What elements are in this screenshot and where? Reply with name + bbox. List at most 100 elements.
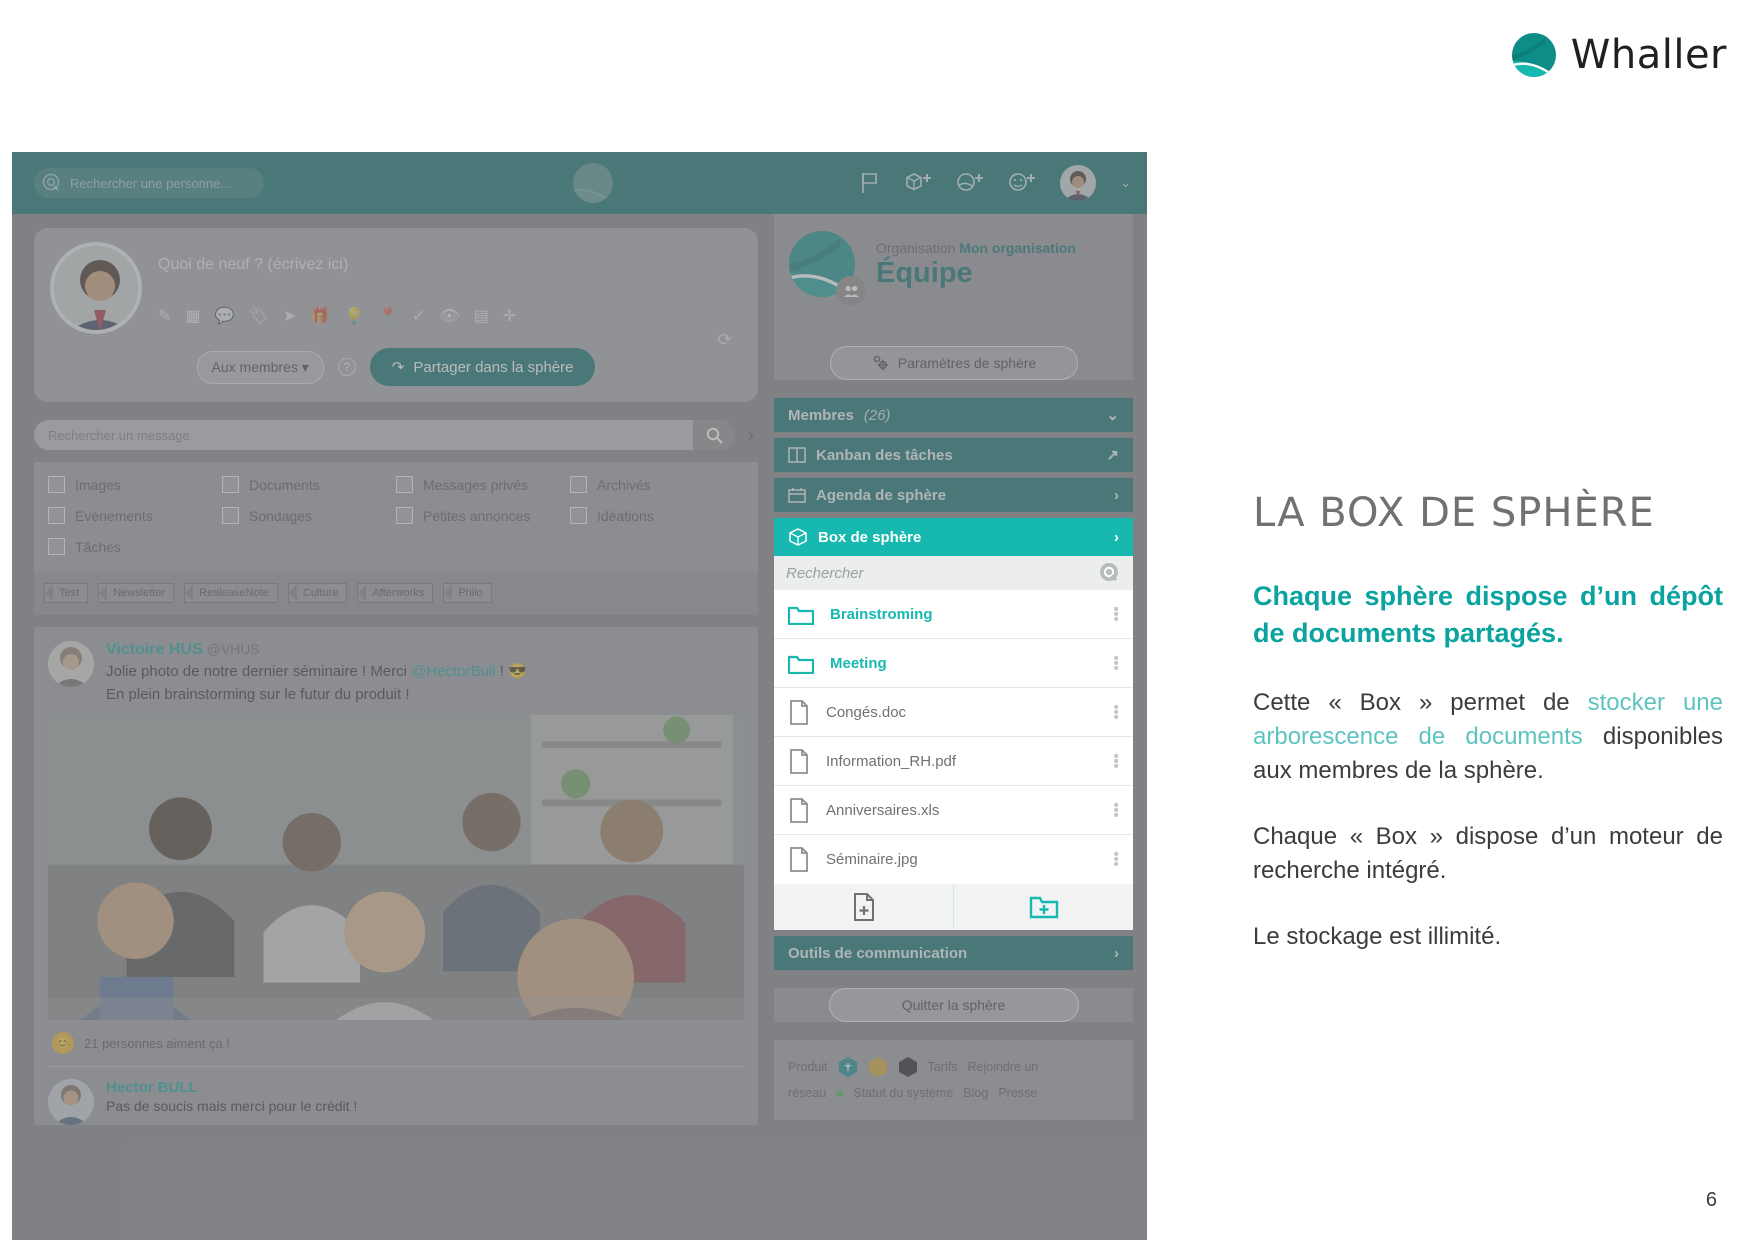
send-icon[interactable]: ➤	[283, 306, 296, 326]
filter-private-messages[interactable]: Messages privés	[396, 476, 570, 493]
chevron-down-icon[interactable]: ⌄	[1106, 406, 1119, 424]
tag-item[interactable]: RealeaseNote	[184, 583, 278, 603]
gift-icon[interactable]: 🎁	[310, 306, 330, 326]
chevron-right-icon[interactable]: ›	[1114, 945, 1119, 962]
sidebar-item-membres[interactable]: Membres (26) ⌄	[774, 398, 1133, 432]
box-item-file[interactable]: Congés.doc • • •	[774, 688, 1133, 737]
filter-tasks[interactable]: Tâches	[48, 538, 222, 555]
kebab-menu-icon[interactable]: • • •	[1113, 699, 1119, 725]
share-icon: ↷	[391, 359, 405, 376]
checkbox[interactable]	[570, 507, 587, 524]
organisation-name[interactable]: Mon organisation	[959, 240, 1076, 256]
sidebar-item-box-de-sphere[interactable]: Box de sphère ›	[774, 518, 1133, 556]
composer-placeholder[interactable]: Quoi de neuf ? (écrivez ici)	[158, 256, 742, 274]
tag-item[interactable]: Newsletter	[98, 583, 175, 603]
footer-row-1: Produit Tarifs Rejoindre un	[788, 1054, 1119, 1080]
chevron-down-icon[interactable]: ⌄	[1120, 175, 1131, 191]
refresh-icon[interactable]: ⟳	[718, 330, 732, 350]
people-search-input[interactable]: Rechercher une personne...	[34, 168, 264, 198]
tag-item[interactable]: Test	[44, 583, 89, 603]
add-network-icon[interactable]	[904, 170, 934, 196]
box-item-file[interactable]: Séminaire.jpg • • •	[774, 835, 1133, 884]
box-search-input[interactable]: Rechercher	[774, 556, 1133, 590]
sidebar-item-outils-communication[interactable]: Outils de communication ›	[774, 936, 1133, 970]
checkbox[interactable]	[48, 538, 65, 555]
checkbox[interactable]	[222, 476, 239, 493]
audience-select[interactable]: Aux membres ▾	[196, 350, 324, 384]
poll-icon[interactable]: ▤	[474, 306, 489, 326]
filter-archived[interactable]: Archivés	[570, 476, 744, 493]
filter-polls[interactable]: Sondages	[222, 507, 396, 524]
chevron-right-icon[interactable]: ›	[1114, 487, 1119, 504]
checkbox[interactable]	[396, 476, 413, 493]
kebab-menu-icon[interactable]: • • •	[1113, 797, 1119, 823]
sidebar-item-kanban[interactable]: Kanban des tâches ↗	[774, 438, 1133, 472]
filter-classifieds[interactable]: Petites annonces	[396, 507, 570, 524]
checkbox[interactable]	[570, 476, 587, 493]
flag-icon[interactable]	[856, 170, 882, 196]
expand-search-icon[interactable]: ›	[743, 424, 758, 447]
plus-icon[interactable]: ✛	[503, 306, 516, 326]
search-button[interactable]	[693, 420, 736, 450]
tag-item[interactable]: Culture	[287, 583, 348, 603]
avatar[interactable]	[1060, 165, 1097, 201]
kebab-menu-icon[interactable]: • • •	[1113, 847, 1119, 873]
footer-link-produit[interactable]: Produit	[788, 1054, 828, 1080]
post-handle[interactable]: @VHUS	[207, 641, 260, 657]
calendar-icon[interactable]: ▦	[185, 306, 200, 326]
location-icon[interactable]: 📍	[378, 306, 398, 326]
filter-images[interactable]: Images	[48, 476, 222, 493]
footer-link-blog[interactable]: Blog	[963, 1080, 988, 1106]
message-search-input[interactable]: Rechercher un message	[34, 420, 736, 450]
box-item-file[interactable]: Information_RH.pdf • • •	[774, 737, 1133, 786]
comment-icon[interactable]: 💬	[215, 306, 235, 326]
tag-item[interactable]: Philo	[443, 583, 492, 603]
add-file-button[interactable]	[774, 884, 954, 930]
composer-toolbar: ✎ ▦ 💬 🏷 ➤ 🎁 💡 📍 ✓ 👁 ▤ ✛	[158, 306, 742, 326]
filter-documents[interactable]: Documents	[222, 476, 396, 493]
share-button[interactable]: ↷ Partager dans la sphère	[369, 348, 596, 386]
add-person-icon[interactable]	[1008, 170, 1038, 196]
kebab-menu-icon[interactable]: • • •	[1113, 601, 1119, 627]
box-item-file[interactable]: Anniversaires.xls • • •	[774, 786, 1133, 835]
footer-link-tarifs[interactable]: Tarifs	[928, 1054, 958, 1080]
idea-icon[interactable]: 💡	[344, 306, 364, 326]
checkbox[interactable]	[222, 507, 239, 524]
add-sphere-icon[interactable]	[956, 170, 986, 196]
footer-link-rejoindre[interactable]: Rejoindre un	[967, 1054, 1038, 1080]
like-count-label[interactable]: 21 personnes aiment ça !	[84, 1036, 230, 1051]
checkbox[interactable]	[48, 476, 65, 493]
footer-link-statut[interactable]: Statut du système	[853, 1080, 953, 1106]
kebab-menu-icon[interactable]: • • •	[1113, 650, 1119, 676]
post-author[interactable]: Victoire HUS	[106, 641, 203, 658]
quit-sphere-button[interactable]: Quitter la sphère	[828, 988, 1079, 1022]
tag-icon[interactable]: 🏷	[248, 306, 268, 326]
check-icon[interactable]: ✓	[412, 306, 425, 326]
checkbox[interactable]	[396, 507, 413, 524]
footer-link-reseau[interactable]: réseau	[788, 1080, 826, 1106]
comment-author[interactable]: Hector BULL	[106, 1079, 357, 1096]
post-photo[interactable]	[48, 715, 744, 1020]
folder-icon	[788, 606, 814, 625]
eye-icon[interactable]: 👁	[439, 306, 459, 326]
box-item-folder[interactable]: Brainstroming • • •	[774, 590, 1133, 639]
filter-events[interactable]: Evénements	[48, 507, 222, 524]
external-link-icon[interactable]: ↗	[1106, 446, 1119, 464]
checkbox[interactable]	[48, 507, 65, 524]
help-icon[interactable]: ?	[337, 358, 356, 376]
add-folder-button[interactable]	[954, 884, 1133, 930]
comment-text: Pas de soucis mais merci pour le crédit …	[106, 1098, 358, 1114]
filter-ideations[interactable]: Idéations	[570, 507, 744, 524]
sphere-rail: Organisation Mon organisation Équipe Par…	[772, 214, 1147, 1240]
post-mention[interactable]: @HectorBull	[411, 663, 495, 680]
chevron-right-icon[interactable]: ›	[1114, 529, 1119, 546]
attachment-icon[interactable]: ✎	[158, 306, 171, 326]
tag-item[interactable]: Afterworks	[357, 583, 434, 603]
kebab-menu-icon[interactable]: • • •	[1113, 748, 1119, 774]
sidebar-item-agenda[interactable]: Agenda de sphère ›	[774, 478, 1133, 512]
cube-black-icon	[898, 1057, 917, 1077]
search-icon[interactable]	[1099, 562, 1121, 584]
sphere-settings-button[interactable]: Paramètres de sphère	[829, 346, 1078, 380]
footer-link-presse[interactable]: Presse	[998, 1080, 1037, 1106]
box-item-folder[interactable]: Meeting • • •	[774, 639, 1133, 688]
